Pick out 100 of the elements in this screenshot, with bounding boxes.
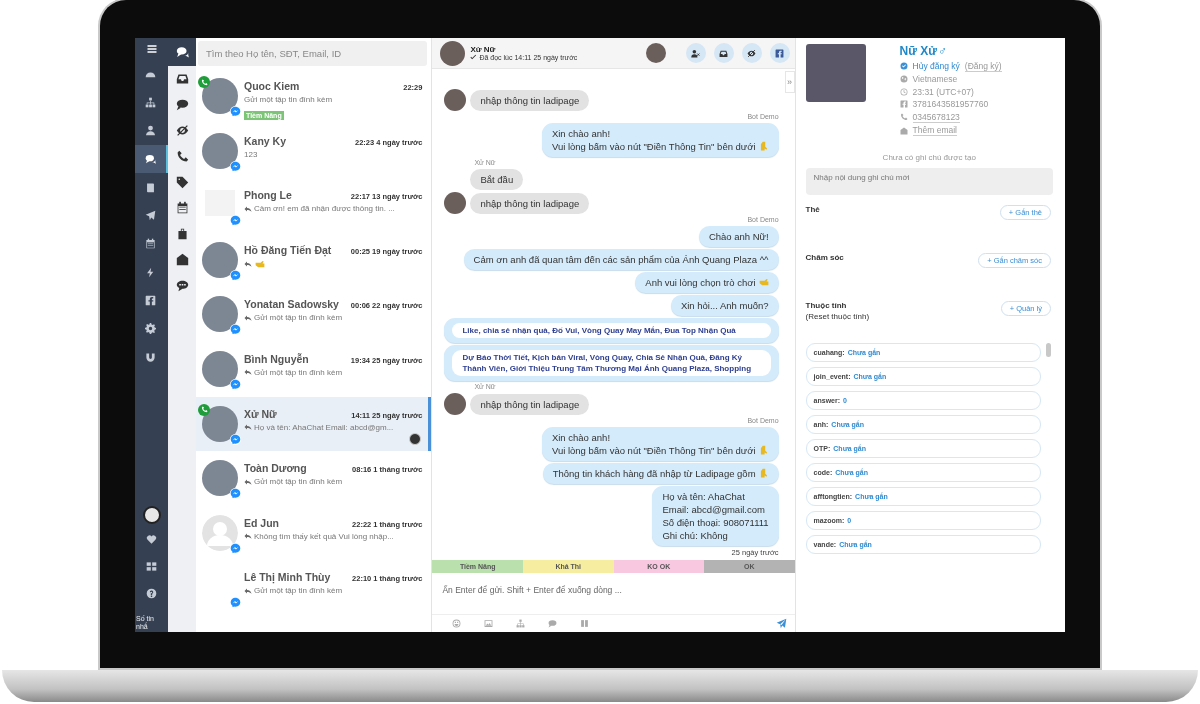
grid-icon[interactable] [146,561,157,572]
check-icon [470,54,478,61]
contact-language: Vietnamese [912,74,958,84]
envelope-icon [175,252,189,266]
agent-avatar-placeholder [645,43,666,63]
avatar-photo-placeholder [202,132,238,169]
chat-filter[interactable] [168,38,196,66]
section-title: Thẻ [805,205,820,214]
messenger-icon [230,378,241,390]
heart-icon[interactable] [146,534,157,545]
chat-icon [145,153,156,165]
default-avatar-icon [202,514,238,551]
avatar-photo-placeholder [440,40,466,66]
bag-icon [175,227,189,241]
message-text: nhập thông tin ladipage [480,93,580,107]
contact-name: Quoc Kiem [244,80,300,92]
facebook-icon [775,48,785,58]
message-text: Anh vui lòng chọn trò chơi [645,276,756,289]
note-input[interactable]: Nhập nội dung ghi chú mới [805,168,1053,195]
bolt-icon [145,266,156,278]
contact-name: Kany Ky [244,134,286,147]
chat-nav-item[interactable] [135,144,168,174]
section-title: Thuộc tính [805,301,848,310]
remove-user-icon [691,48,701,58]
send-icon[interactable] [775,618,787,629]
message-text: Thông tin khách hàng đã nhập từ Ladipage gồm [552,467,756,480]
message-preview: Gửi một tập tin đính kèm [244,95,333,104]
sitemap-icon [145,96,156,108]
eye-slash-button[interactable] [741,43,762,63]
message-text: Họ và tên: AhaChat Email: abcd@gmail.com Số điện thoại: 908071111 Ghi chú: Không [662,490,769,542]
message-preview: Không tìm thấy kết quả Vui lòng nhập... [254,531,394,541]
messenger-icon [230,160,241,172]
inbox-icon [175,72,189,86]
contact-name: Hồ Đăng Tiến Đạt [244,243,332,256]
unsubscribe-link[interactable]: Hủy đăng ký [912,61,960,71]
message-text: Cảm ơn anh đã quan tâm đến các sản phẩm của Ánh Quang Plaza ^^ [473,253,769,266]
message-text: Bắt đầu [480,173,514,186]
settings-icon [145,323,156,335]
avatar-photo-placeholder [202,78,238,114]
inbox-icon [719,48,729,58]
message-preview: Họ và tên: AhaChat Email: abcd@gm... [254,422,394,432]
contact-name: Ed Jun [244,516,279,529]
section-title: Chăm sóc [805,253,844,262]
profile-photo-placeholder [805,44,866,102]
facebook-button[interactable] [769,43,790,63]
collapse-panel-button[interactable]: » [784,71,795,93]
message-preview: Cảm ơn! em đã nhận được thông tin. ... [254,204,395,214]
message-preview: Gửi một tập tin đính kèm [254,586,343,596]
phone-icon [899,113,908,121]
avatar-photo-placeholder [202,296,238,333]
help-icon[interactable] [146,588,157,599]
search-field[interactable]: Tìm theo Họ tên, SĐT, Email, ID [198,41,428,66]
calendar-icon [145,238,156,250]
message-preview: 123 [244,149,258,159]
comment-icon [175,98,189,112]
inbox-button[interactable] [713,43,734,63]
clock-icon [899,87,908,96]
chat-icon [175,45,189,59]
avatar-photo-placeholder [202,460,238,497]
message-preview: Gửi một tập tin đính kèm [254,477,343,487]
avatar-photo-placeholder [202,241,238,278]
messenger-icon [230,488,241,500]
contact-name: Bình Nguyễn [244,352,309,365]
contact-name: Xử Nữ [244,407,277,420]
messenger-icon [230,269,241,281]
tags-icon [175,175,189,189]
quick-reply-button[interactable]: Like, chia sẻ nhận quà, Đố Vui, Vòng Quay May Mắn, Đua Top Nhận Quà [452,323,771,338]
globe-icon [899,75,908,83]
logo-image-placeholder [205,190,235,217]
messenger-icon [230,433,241,445]
paper-plane-icon [145,210,156,222]
account-avatar-icon[interactable] [142,506,161,524]
messenger-icon [230,215,241,227]
envelope-icon [899,126,908,135]
contact-name: Toàn Dương [244,462,307,475]
remove-user-button[interactable] [685,43,706,63]
message-preview: Gửi một tập tin đính kèm [254,313,343,323]
scrollbar[interactable] [1046,343,1051,357]
messenger-icon [230,542,241,554]
gender-symbol: ♂ [937,44,947,58]
magnet-icon [145,351,156,363]
menu-icon[interactable] [145,43,158,55]
message-text: nhập thông tin ladipage [480,196,580,210]
facebook-icon [899,100,908,108]
reset-attributes-link[interactable]: (Reset thuộc tính) [805,312,870,321]
contact-name: Phong Le [244,189,292,202]
user-icon [145,125,156,137]
book-icon [145,181,156,193]
avatar-photo-placeholder [202,350,238,387]
contact-name: Xử Nữ [470,45,497,54]
empty-notes-text: Chưa có ghi chú được tạo [882,153,976,162]
message-text: nhập thông tin ladipage [480,397,580,411]
quick-reply-button[interactable]: Dự Báo Thời Tiết, Kịch bản Viral, Vòng Quay, Chia Sẻ Nhận Quà, Đăng Ký Thành Viên, Giới Thiệu Trung Tâm Thương Mại Ánh Quang Plaza, Shopping [452,350,771,376]
contact-name: Lê Thị Minh Thùy [244,571,331,584]
message-text: Chào anh Nữ! [708,230,769,243]
eye-slash-icon [747,48,757,58]
facebook-icon [145,295,156,306]
avatar-photo-placeholder [202,405,238,442]
facebook-id: 3781643581957760 [912,99,989,109]
calendar-icon [175,201,189,215]
